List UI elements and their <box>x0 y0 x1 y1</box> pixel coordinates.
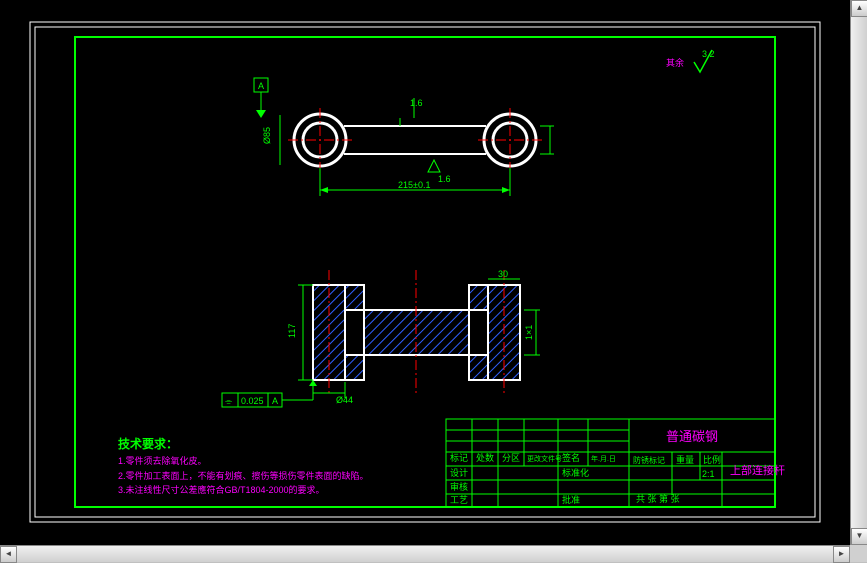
general-roughness: 其余 3.2 <box>666 49 715 72</box>
tb-r2c1: 设计 <box>450 467 468 478</box>
vertical-scrollbar[interactable]: ▲ ▼ <box>850 0 867 545</box>
cad-drawing-canvas[interactable]: A 1.6 1.6 215±0.1 Ø85 117 Ø44 1×1 <box>0 0 850 545</box>
tb-side1: 防锈标记 <box>633 455 665 465</box>
scroll-down-button[interactable]: ▼ <box>851 528 867 545</box>
tb-r1c3: 分区 <box>502 453 520 463</box>
tb-side2: 重量 <box>676 454 694 465</box>
tb-r1c5: 签名 <box>562 452 580 463</box>
horizontal-scrollbar[interactable]: ◄ ► <box>0 545 850 562</box>
tb-r1c4: 更改文件号 <box>527 454 562 463</box>
tb-r1c6: 年.月.日 <box>591 454 616 463</box>
tech-line-1: 1.零件须去除氧化皮。 <box>118 454 369 468</box>
dim-d44: Ø44 <box>336 395 353 405</box>
tb-r4c2: 批准 <box>562 494 580 505</box>
title-block <box>446 419 775 507</box>
dim-1-6: 1.6 <box>410 98 423 108</box>
tol-val: 0.025 <box>241 396 264 406</box>
scroll-up-button[interactable]: ▲ <box>851 0 867 17</box>
dim-215: 215±0.1 <box>398 180 430 190</box>
material: 普通碳钢 <box>666 429 718 444</box>
technical-requirements: 技术要求： 1.零件须去除氧化皮。 2.零件加工表面上，不能有划痕、擦伤等损伤零… <box>118 435 369 497</box>
section-view: 117 Ø44 1×1 30 <box>287 269 540 405</box>
tb-scale: 2:1 <box>702 469 715 479</box>
rough-val: 3.2 <box>702 49 715 59</box>
tolerance-frame: ⌯ 0.025 A <box>222 380 317 407</box>
scroll-left-button[interactable]: ◄ <box>0 546 17 563</box>
tol-sym: ⌯ <box>225 396 233 406</box>
tb-r4c1: 工艺 <box>450 495 468 505</box>
dim-30: 30 <box>498 269 508 279</box>
dim-117: 117 <box>287 324 297 338</box>
rest-label: 其余 <box>666 57 684 68</box>
tb-bottom: 共 张 第 张 <box>636 493 680 504</box>
top-view: A 1.6 1.6 215±0.1 Ø85 <box>254 78 554 196</box>
dim-d85: Ø85 <box>262 127 272 144</box>
surf-1-6: 1.6 <box>438 174 451 184</box>
scrollbar-corner <box>850 545 867 562</box>
tb-side3: 比例 <box>703 454 721 465</box>
tb-r1c1: 标记 <box>450 452 468 463</box>
tb-r2c3: 标准化 <box>562 467 589 478</box>
tech-line-3: 3.未注线性尺寸公差應符合GB/T1804-2000的要求。 <box>118 483 369 497</box>
tb-r3c1: 审核 <box>450 481 468 492</box>
tech-line-2: 2.零件加工表面上，不能有划痕、擦伤等损伤零件表面的缺陷。 <box>118 469 369 483</box>
datum-letter: A <box>258 81 264 91</box>
tol-datum: A <box>272 396 278 406</box>
part-name: 上部连接杆 <box>730 463 785 477</box>
tech-title: 技术要求： <box>118 435 369 454</box>
tb-r1c2: 处数 <box>476 452 494 463</box>
dim-1x1: 1×1 <box>524 325 534 340</box>
scroll-right-button[interactable]: ► <box>833 546 850 563</box>
